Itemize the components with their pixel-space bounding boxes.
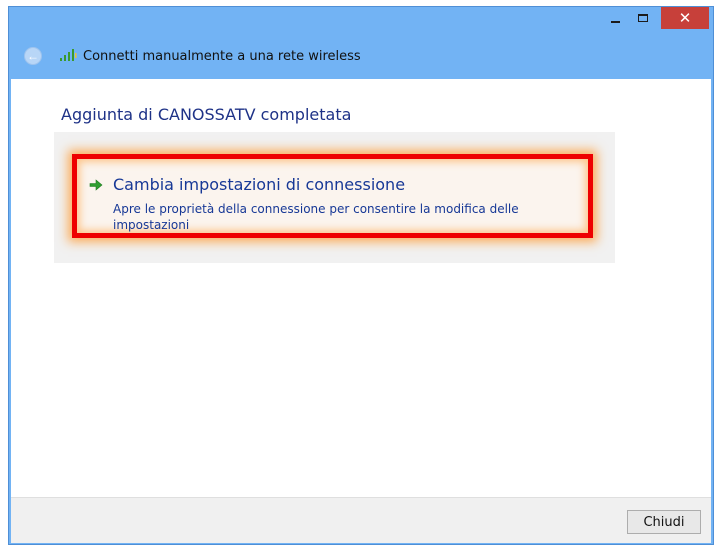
page-heading: Aggiunta di CANOSSATV completata [61, 105, 352, 124]
minimize-icon [610, 21, 620, 23]
close-icon: ✕ [678, 10, 692, 27]
wireless-signal-icon [60, 49, 77, 61]
link-description: Apre le proprietà della connessione per … [113, 202, 519, 232]
option-panel: Cambia impostazioni di connessione Apre … [54, 132, 615, 263]
link-title: Cambia impostazioni di connessione [113, 175, 406, 194]
close-button[interactable]: Chiudi [627, 510, 701, 534]
back-button[interactable]: ← [24, 47, 42, 65]
maximize-icon [638, 14, 648, 22]
back-arrow-icon: ← [27, 49, 39, 63]
window-title: Connetti manualmente a una rete wireless [83, 49, 361, 64]
green-arrow-icon [89, 179, 103, 191]
close-window-button[interactable]: ✕ [661, 7, 709, 29]
dialog-content: Aggiunta di CANOSSATV completata Cambia … [11, 79, 711, 497]
title-bar: ✕ ← Connetti manualmente a una rete wire… [9, 7, 713, 79]
change-connection-settings-link[interactable]: Cambia impostazioni di connessione Apre … [72, 154, 593, 238]
dialog-footer: Chiudi [11, 497, 711, 543]
maximize-button[interactable] [630, 7, 656, 29]
minimize-button[interactable] [602, 7, 628, 29]
dialog-window: ✕ ← Connetti manualmente a una rete wire… [8, 6, 714, 545]
